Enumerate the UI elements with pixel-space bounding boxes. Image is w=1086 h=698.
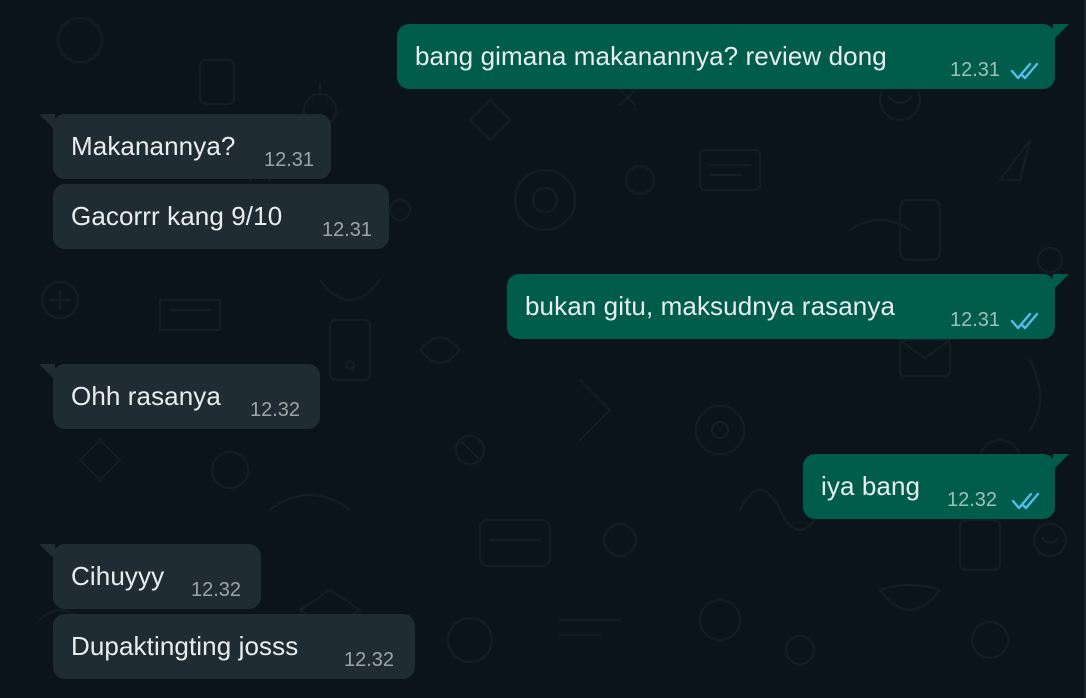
message-text: Ohh rasanya [71, 381, 221, 411]
bubble-tail [39, 114, 55, 130]
double-check-icon [1011, 492, 1040, 510]
bubble-tail [1053, 454, 1069, 470]
message-text: Gacorrr kang 9/10 [71, 201, 283, 231]
message-time: 12.32 [250, 399, 301, 421]
chat-conversation-pane[interactable]: bang gimana makanannya? review dong 12.3… [0, 0, 1086, 698]
message-text: bukan gitu, maksudnya rasanya [525, 291, 896, 321]
message-bubble-outgoing[interactable]: iya bang 12.32 [803, 454, 1069, 519]
message-text: Cihuyyy [71, 561, 165, 591]
message-time: 12.31 [322, 219, 373, 241]
message-text: bang gimana makanannya? review dong [415, 41, 887, 71]
message-bubble-outgoing[interactable]: bang gimana makanannya? review dong 12.3… [397, 24, 1069, 89]
message-bubble-incoming[interactable]: Gacorrr kang 9/10 12.31 [53, 184, 389, 249]
message-time: 12.31 [950, 59, 1001, 81]
message-text: iya bang [821, 471, 921, 501]
message-time: 12.31 [264, 149, 315, 171]
message-time: 12.31 [950, 309, 1001, 331]
message-text: Makanannya? [71, 131, 236, 161]
message-bubble-incoming[interactable]: Cihuyyy 12.32 [39, 544, 261, 609]
message-bubble-incoming[interactable]: Makanannya? 12.31 [39, 114, 331, 179]
message-text: Dupaktingting josss [71, 631, 299, 661]
bubble-tail [39, 544, 55, 560]
message-time: 12.32 [191, 579, 242, 601]
message-time: 12.32 [947, 489, 998, 511]
message-bubble-incoming[interactable]: Ohh rasanya 12.32 [39, 364, 320, 429]
bubble-tail [39, 364, 55, 380]
message-bubble-outgoing[interactable]: bukan gitu, maksudnya rasanya 12.31 [507, 274, 1069, 339]
double-check-icon [1010, 62, 1039, 80]
bubble-tail [1053, 24, 1069, 40]
message-time: 12.32 [344, 649, 395, 671]
double-check-icon [1010, 312, 1039, 330]
message-bubble-incoming[interactable]: Dupaktingting josss 12.32 [53, 614, 415, 679]
bubble-tail [1053, 274, 1069, 290]
